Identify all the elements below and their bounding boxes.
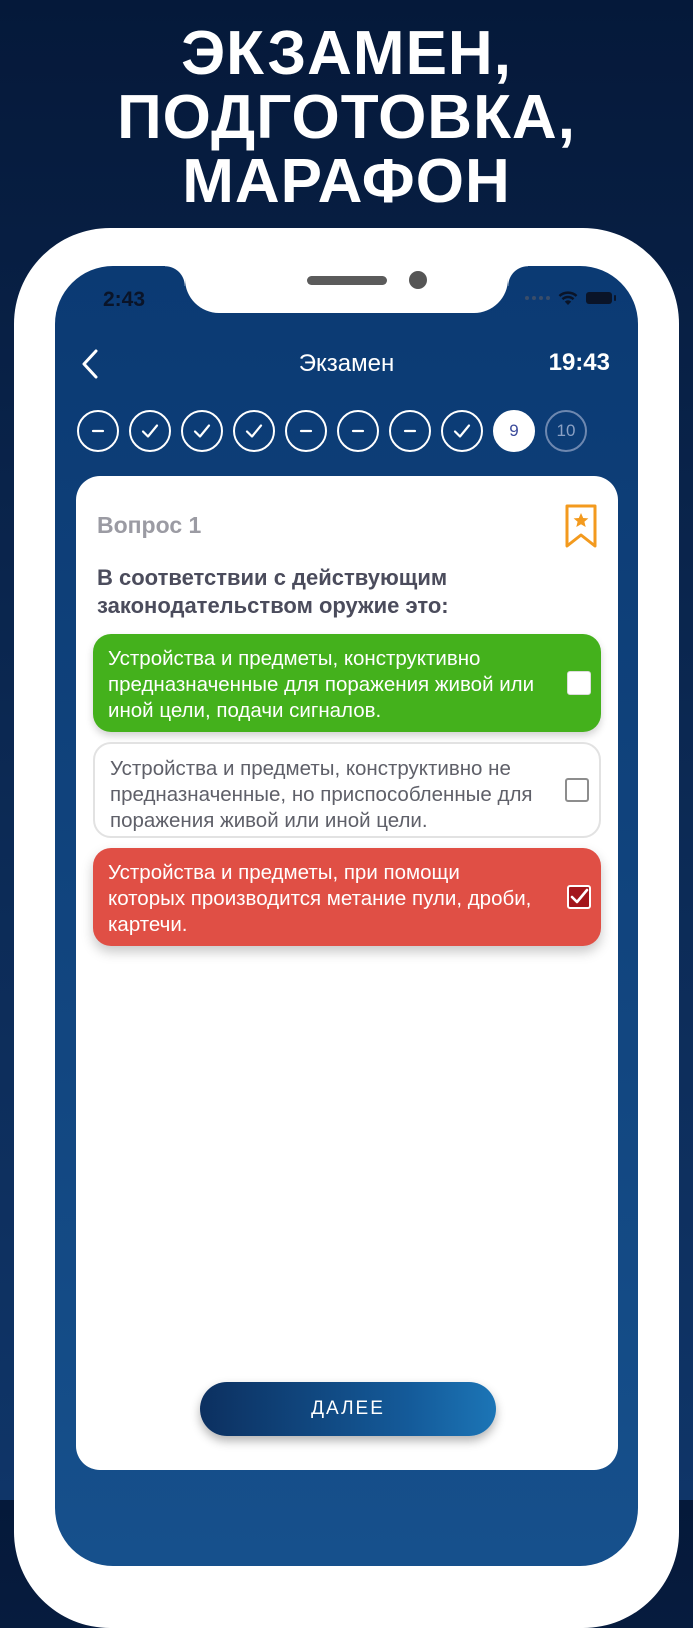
progress-step-1[interactable] <box>77 410 119 452</box>
promo-headline: ЭКЗАМЕН, ПОДГОТОВКА, МАРАФОН <box>0 22 693 214</box>
bookmark-star-icon <box>565 504 597 548</box>
check-icon <box>453 424 471 438</box>
phone-notch <box>165 266 528 313</box>
headline-line-3: МАРАФОН <box>182 147 511 216</box>
progress-step-10[interactable]: 10 <box>545 410 587 452</box>
progress-step-3[interactable] <box>181 410 223 452</box>
wifi-icon <box>558 290 578 305</box>
answer-option-2[interactable]: Устройства и предметы, конструктивно не … <box>93 742 601 838</box>
headline-line-1: ЭКЗАМЕН, <box>181 19 512 88</box>
progress-step-4[interactable] <box>233 410 275 452</box>
phone-screen: 2:43 Экзамен 19:43 9 10 Вопрос 1 В соотве… <box>55 266 638 1566</box>
progress-step-label: 9 <box>509 421 519 440</box>
speaker-icon <box>307 276 387 285</box>
answer-checkbox-2[interactable] <box>565 778 589 802</box>
signal-dots-icon <box>525 296 550 300</box>
check-icon <box>141 424 159 438</box>
progress-step-6[interactable] <box>337 410 379 452</box>
answer-text-2: Устройства и предметы, конструктивно не … <box>110 757 533 832</box>
progress-step-2[interactable] <box>129 410 171 452</box>
exam-timer: 19:43 <box>548 349 610 376</box>
minus-icon <box>91 429 105 433</box>
question-progress: 9 10 <box>77 410 587 452</box>
status-time: 2:43 <box>103 288 146 311</box>
check-icon <box>193 424 211 438</box>
bookmark-button[interactable] <box>565 504 597 553</box>
minus-icon <box>403 429 417 433</box>
answer-text-1: Устройства и предметы, конструктивно пре… <box>108 647 535 722</box>
next-button[interactable]: ДАЛЕЕ <box>200 1382 496 1436</box>
progress-step-8[interactable] <box>441 410 483 452</box>
question-card: Вопрос 1 В соответствии с действующим за… <box>76 476 618 1470</box>
check-icon <box>245 424 263 438</box>
minus-icon <box>351 429 365 433</box>
minus-icon <box>299 429 313 433</box>
answer-text-3: Устройства и предметы, при помощи которы… <box>108 861 532 936</box>
question-number: Вопрос 1 <box>97 512 202 538</box>
answer-option-3[interactable]: Устройства и предметы, при помощи которы… <box>93 848 601 946</box>
answer-checkbox-1[interactable] <box>567 671 591 695</box>
progress-step-7[interactable] <box>389 410 431 452</box>
battery-icon <box>586 292 616 304</box>
progress-step-5[interactable] <box>285 410 327 452</box>
status-icons <box>525 290 616 306</box>
check-icon <box>570 888 589 904</box>
camera-icon <box>409 271 427 289</box>
progress-step-label: 10 <box>556 421 576 440</box>
headline-line-2: ПОДГОТОВКА, <box>117 83 576 152</box>
progress-step-9[interactable]: 9 <box>493 410 535 452</box>
answer-checkbox-3[interactable] <box>567 885 591 909</box>
answer-option-1[interactable]: Устройства и предметы, конструктивно пре… <box>93 634 601 732</box>
question-text: В соответствии с действующим законодател… <box>97 565 449 618</box>
